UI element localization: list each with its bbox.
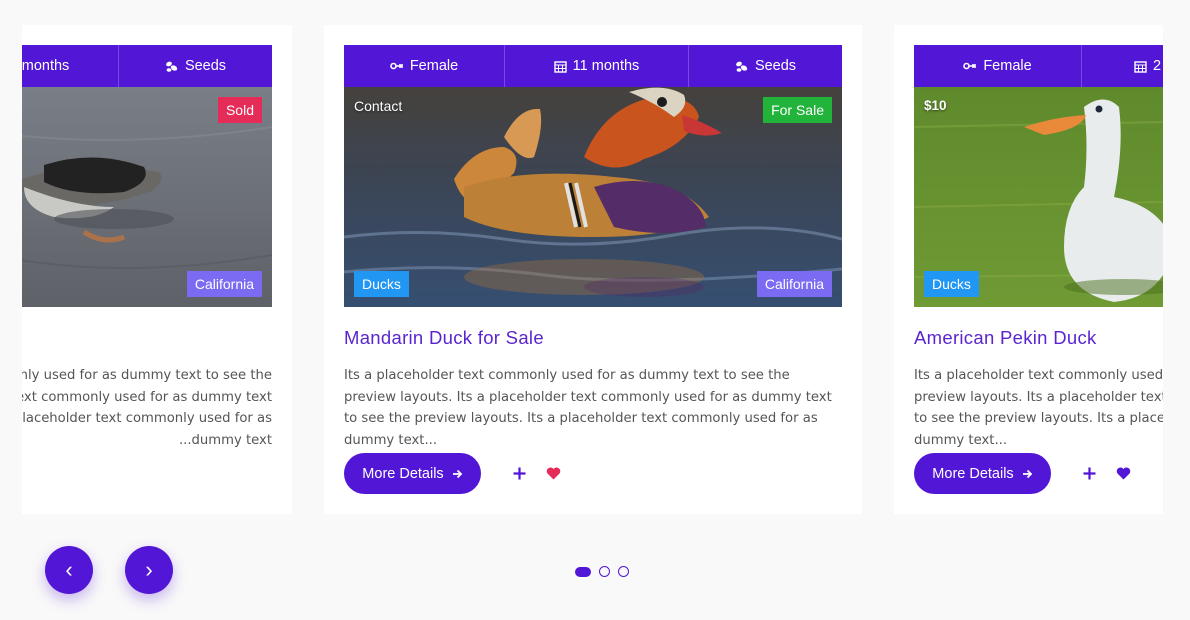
meta-age-label: 11 months <box>572 58 640 74</box>
calendar-icon <box>553 60 567 73</box>
more-details-button[interactable]: More Details <box>344 453 481 494</box>
listing-card: 11 months Seeds <box>22 25 292 514</box>
chevron-right-icon: › <box>145 557 153 582</box>
favorite-button[interactable] <box>541 461 565 485</box>
arrow-right-icon <box>452 469 462 478</box>
card-meta-bar: Female 2 <box>914 45 1163 87</box>
card-meta-bar: 11 months Seeds <box>22 45 272 87</box>
more-details-button[interactable]: More Details <box>914 453 1051 494</box>
meta-gender: Female <box>914 45 1082 87</box>
carousel-pagination <box>575 566 629 577</box>
meta-age: 11 months <box>505 45 689 87</box>
card-description: Its a placeholder text commonly used for… <box>344 368 832 448</box>
meta-age-label: 2 <box>1153 58 1162 74</box>
pagination-dot[interactable] <box>575 566 591 577</box>
duck-photo[interactable]: $10 Ducks <box>914 87 1163 307</box>
meta-food: Seeds <box>689 45 842 87</box>
category-badge[interactable]: Ducks <box>354 271 409 297</box>
status-badge: For Sale <box>763 97 832 123</box>
arrow-right-icon <box>1022 469 1032 478</box>
favorite-button[interactable] <box>1111 461 1135 485</box>
contact-link[interactable]: Contact <box>354 98 402 114</box>
price-label: $10 <box>924 98 947 113</box>
more-details-label: More Details <box>932 465 1014 482</box>
carousel-prev-button[interactable]: ‹ <box>45 546 93 594</box>
card-title[interactable]: American Pekin Duck <box>914 327 1097 349</box>
meta-gender-label: Female <box>983 58 1032 74</box>
chevron-left-icon: ‹ <box>65 557 73 582</box>
card-description: Its a placeholder text commonly used for… <box>22 368 272 448</box>
meta-age: 2 <box>1082 45 1163 87</box>
seeds-icon <box>166 61 178 72</box>
listing-card: Female 11 months Seeds Contact For Sale … <box>324 25 862 514</box>
duck-photo[interactable]: Sold California <box>22 87 272 307</box>
plus-icon <box>1083 467 1095 479</box>
card-title[interactable]: Mandarin Duck for Sale <box>344 327 544 349</box>
male-symbol-icon <box>390 62 403 70</box>
male-symbol-icon <box>963 62 977 70</box>
listing-card: Female 2 $10 Ducks American Pekin Duck I… <box>894 25 1163 514</box>
pagination-dot[interactable] <box>599 566 610 577</box>
card-meta-bar: Female 11 months Seeds <box>344 45 842 87</box>
meta-gender: Female <box>344 45 505 87</box>
meta-age-label: 11 months <box>22 58 70 74</box>
pagination-dot[interactable] <box>618 566 629 577</box>
meta-food-label: Seeds <box>754 58 797 74</box>
category-badge[interactable]: Ducks <box>924 271 979 297</box>
heart-icon <box>1116 467 1130 479</box>
add-button[interactable] <box>507 461 531 485</box>
plus-icon <box>513 467 525 479</box>
location-badge[interactable]: California <box>756 271 832 297</box>
meta-age: 11 months <box>22 45 119 87</box>
heart-icon <box>546 467 560 479</box>
meta-gender-label: Female <box>409 58 459 74</box>
location-badge[interactable]: California <box>186 271 262 297</box>
status-badge: Sold <box>217 97 262 123</box>
meta-food: Seeds <box>119 45 272 87</box>
add-button[interactable] <box>1077 461 1101 485</box>
listing-carousel: 11 months Seeds <box>22 0 1163 540</box>
seeds-icon <box>736 61 748 72</box>
carousel-next-button[interactable]: › <box>125 546 173 594</box>
calendar-icon <box>1134 60 1147 73</box>
card-description: Its a placeholder text commonly used for… <box>914 368 1163 448</box>
meta-food-label: Seeds <box>184 58 227 74</box>
more-details-label: More Details <box>362 465 444 482</box>
duck-photo[interactable]: Contact For Sale Ducks California <box>344 87 842 307</box>
